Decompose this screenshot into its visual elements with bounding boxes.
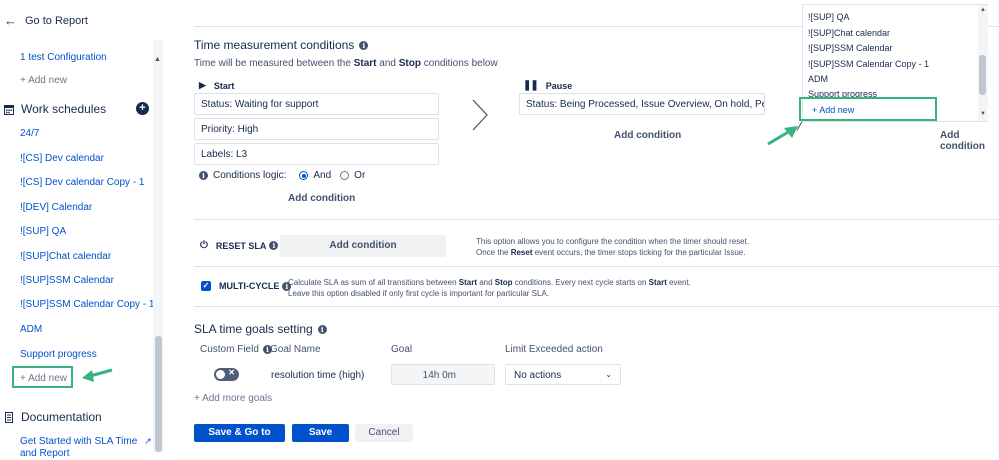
sidebar-item-schedule[interactable]: ![SUP] QA [20,226,66,237]
dropdown-item[interactable]: ![SUP]SSM Calendar [808,43,893,53]
sidebar-item-schedule[interactable]: ![DEV] Calendar [20,202,92,213]
logic-and-label: And [313,170,332,181]
pause-add-condition-button[interactable]: Add condition [614,130,681,141]
conditions-logic-label: Conditions logic: [213,170,287,181]
divider [194,219,999,220]
scroll-up-arrow-icon[interactable]: ▲ [980,7,986,13]
pause-header: ❚❚ Pause [523,80,572,91]
col-goal: Goal [391,344,413,355]
work-schedules-header: Work schedules [4,102,106,116]
sidebar-item-schedule[interactable]: Support progress [20,349,97,360]
add-more-goals-link[interactable]: + Add more goals [194,393,272,404]
get-started-label: Get Started with SLA Time [20,436,138,447]
dropdown-item[interactable]: ![SUP] QA [808,12,850,22]
play-icon: ▶ [199,80,206,90]
add-configuration-link[interactable]: + Add new [20,75,67,86]
goal-name-value: resolution time (high) [271,370,365,381]
info-icon[interactable]: i [317,324,327,334]
col-limit-exceeded: Limit Exceeded action [505,344,603,355]
start-label: Start [213,80,235,91]
sidebar-item-schedule[interactable]: ![SUP]SSM Calendar [20,275,114,286]
sidebar-item-test-configuration[interactable]: 1 test Configuration [20,52,107,63]
conditions-logic: i Conditions logic: And Or [199,170,365,181]
multi-cycle-header: ✓ MULTI-CYCLE i [201,281,292,291]
go-to-report-label: Go to Report [25,14,88,27]
info-icon[interactable]: i [269,241,279,250]
external-link-icon: ↗ [144,436,152,446]
start-condition-labels[interactable]: Labels: L3 [194,143,439,165]
col-custom-field: Custom Field i [200,344,272,355]
cancel-button[interactable]: Cancel [355,424,413,442]
reset-sla-add-condition-button[interactable]: Add condition [280,235,446,257]
reset-sla-label: RESET SLA [215,240,267,251]
reset-sla-header: ⏻ RESET SLA i [200,240,279,251]
calendar-icon [4,104,14,115]
add-schedule-link[interactable]: + Add new [20,373,67,384]
start-condition-priority[interactable]: Priority: High [194,118,439,140]
logic-or-label: Or [354,170,366,181]
chevron-down-icon: ⌄ [605,370,612,379]
go-to-report-link[interactable]: ← Go to Report [4,13,88,28]
divider [194,306,999,307]
info-icon[interactable]: i [359,40,369,50]
sidebar-scroll-thumb[interactable] [155,336,162,452]
dropdown-item[interactable]: ![SUP]Chat calendar [808,28,890,38]
limit-action-value: No actions [514,370,562,381]
col-goal-name: Goal Name [270,344,321,355]
sidebar-item-schedule[interactable]: ![CS] Dev calendar [20,153,104,164]
start-add-condition-button[interactable]: Add condition [288,193,355,204]
sidebar-item-schedule[interactable]: ![CS] Dev calendar Copy - 1 [20,177,145,188]
close-icon: ✕ [228,368,235,377]
time-measurement-header: Time measurement conditions i [194,38,369,52]
time-measurement-title: Time measurement conditions [194,38,355,52]
logic-and-radio[interactable] [299,171,309,180]
documentation-label: Documentation [21,410,102,424]
logic-or-radio[interactable] [340,171,350,180]
divider [194,266,999,267]
scroll-up-arrow-icon[interactable]: ▲ [154,56,161,63]
work-schedules-label: Work schedules [21,102,107,116]
power-icon: ⏻ [200,240,208,251]
sidebar: ← Go to Report 1 test Configuration + Ad… [0,0,165,459]
sla-goals-title: SLA time goals setting [194,322,313,336]
save-go-to-report-button[interactable]: Save & Go to report [194,424,285,456]
custom-field-toggle[interactable]: ✕ [214,368,239,381]
goal-input[interactable]: 14h 0m [391,364,495,385]
sla-goals-header: SLA time goals setting i [194,322,327,336]
reset-sla-note: This option allows you to configure the … [476,237,750,257]
add-schedule-plus-icon[interactable]: + [136,102,149,115]
document-icon [5,411,13,423]
pause-icon: ❚❚ [523,80,539,91]
multi-cycle-note: Calculate SLA as sum of all transitions … [288,278,691,298]
start-condition-status[interactable]: Status: Waiting for support [194,93,439,115]
dropdown-item[interactable]: ![SUP]SSM Calendar Copy - 1 [808,59,929,69]
start-header: ▶ Start [199,80,234,91]
time-measurement-subtitle: Time will be measured between the Start … [194,58,498,69]
get-started-link[interactable]: Get Started with SLA Time ↗ [20,436,152,447]
scroll-down-arrow-icon[interactable]: ▼ [980,111,986,117]
green-arrow-icon [767,126,798,146]
get-started-link-cont[interactable]: and Report [20,448,69,459]
pause-label: Pause [545,80,573,91]
sidebar-item-schedule[interactable]: ![SUP]SSM Calendar Copy - 1 [20,299,155,310]
highlight-box [799,97,937,121]
sidebar-item-schedule[interactable]: ADM [20,324,42,335]
save-button[interactable]: Save [292,424,349,442]
chevron-right-icon [472,99,488,131]
stop-add-condition-button[interactable]: Add condition [940,130,999,152]
sidebar-item-schedule[interactable]: ![SUP]Chat calendar [20,251,111,262]
arrow-left-icon: ← [4,13,17,28]
dropdown-scroll-thumb[interactable] [979,55,986,95]
documentation-header: Documentation [4,410,102,424]
limit-action-select[interactable]: No actions ⌄ [505,364,621,385]
sidebar-item-schedule[interactable]: 24/7 [20,128,39,139]
multi-cycle-checkbox[interactable]: ✓ [201,281,211,291]
multi-cycle-label: MULTI-CYCLE [219,281,280,291]
dropdown-item[interactable]: ADM [808,74,828,84]
info-icon[interactable]: i [199,171,208,180]
green-arrow-icon [82,368,113,382]
pause-condition-status[interactable]: Status: Being Processed, Issue Overview,… [519,93,765,115]
